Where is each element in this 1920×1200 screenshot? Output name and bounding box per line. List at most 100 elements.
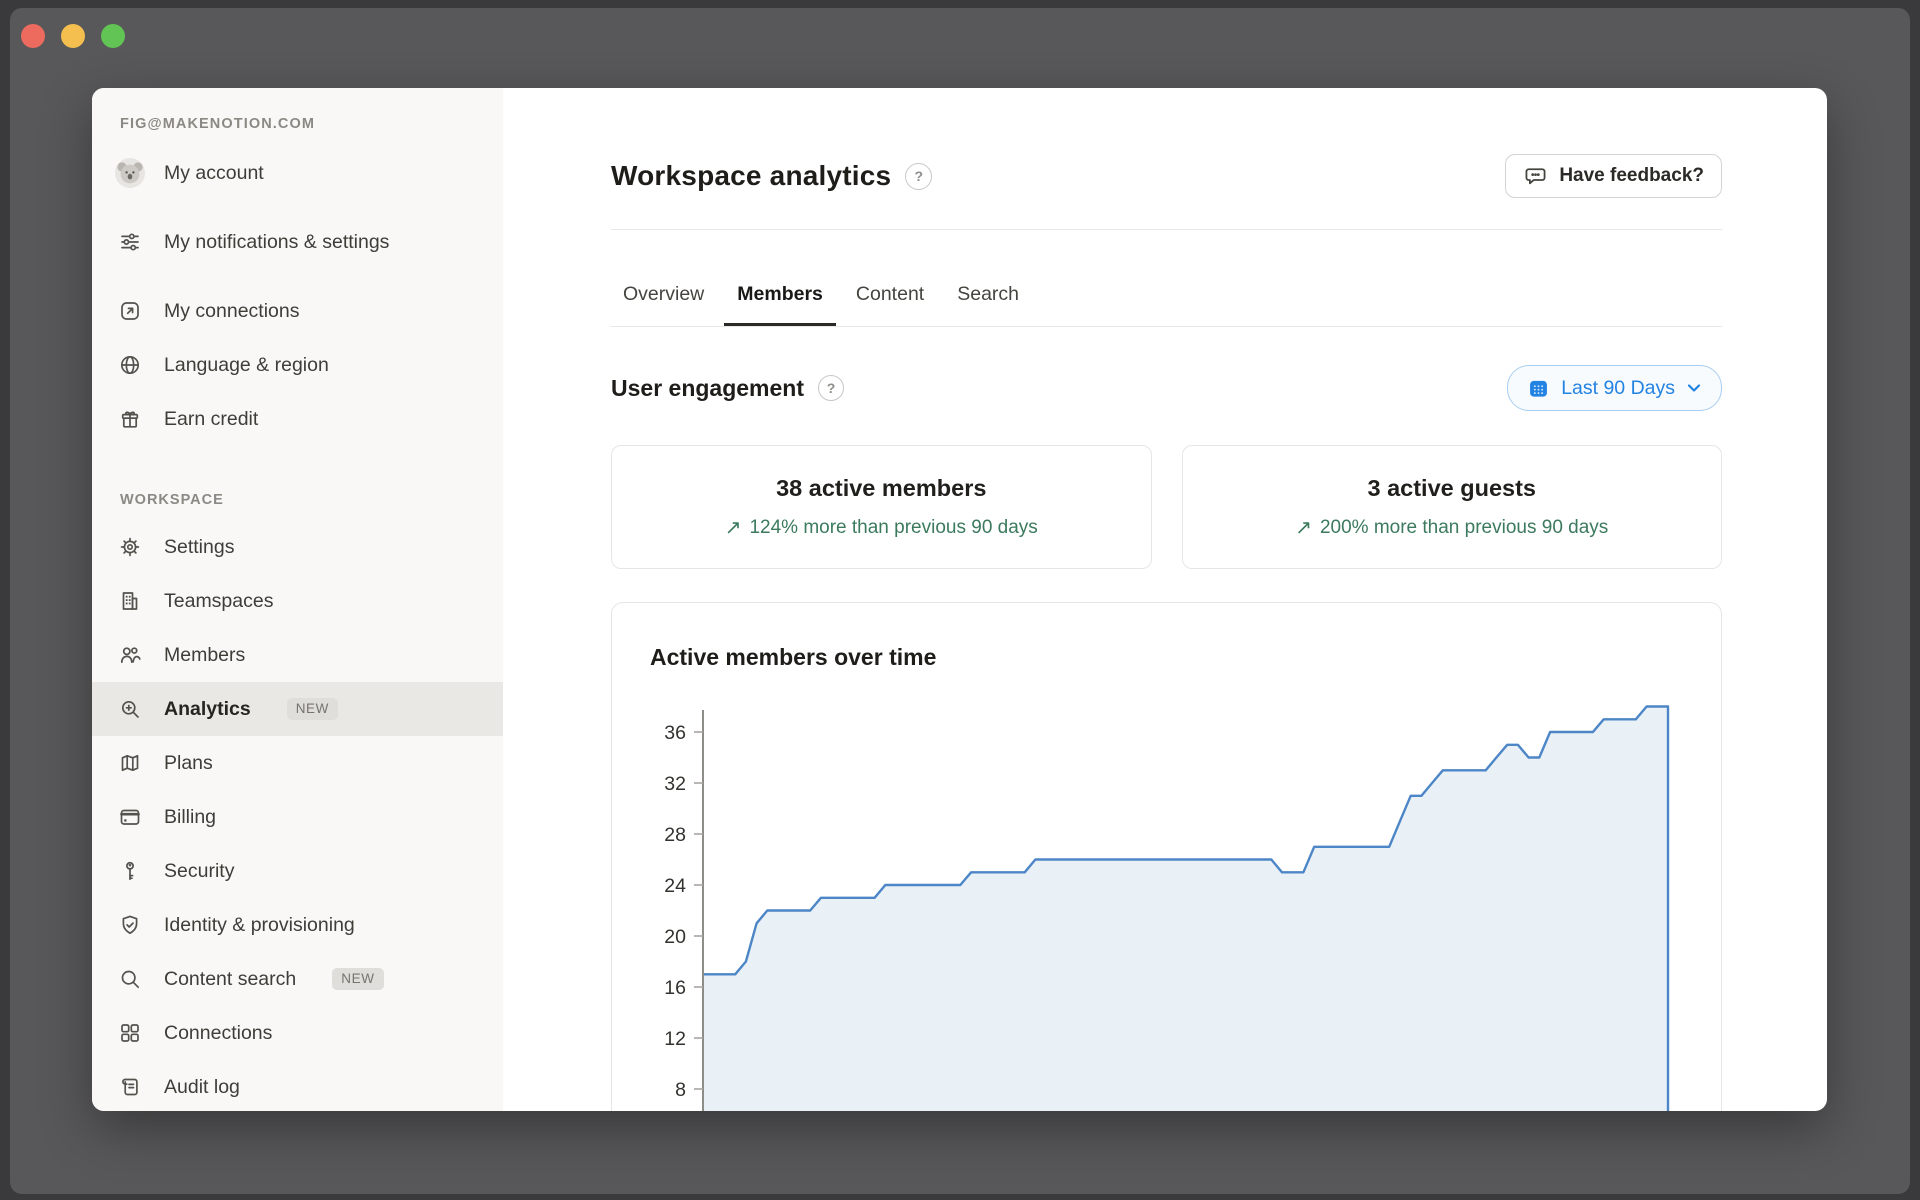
svg-text:16: 16 xyxy=(664,977,686,999)
sidebar-item-label: My connections xyxy=(164,299,300,322)
shield-check-icon xyxy=(118,913,142,937)
gift-icon xyxy=(118,407,142,431)
avatar xyxy=(115,158,145,188)
traffic-lights xyxy=(21,24,125,48)
help-icon[interactable]: ? xyxy=(818,375,845,401)
sidebar-item-label: Plans xyxy=(164,751,213,774)
sidebar-item-label: Content search xyxy=(164,967,297,990)
sidebar-item-audit-log[interactable]: Audit log xyxy=(92,1060,503,1111)
sidebar-item-connections[interactable]: Connections xyxy=(92,1006,503,1060)
stat-delta: ↗ 124% more than previous 90 days xyxy=(725,517,1038,539)
sidebar-item-label: Analytics xyxy=(164,697,251,720)
chart-area-fill xyxy=(703,706,1668,1111)
svg-text:20: 20 xyxy=(664,926,686,948)
new-badge: NEW xyxy=(286,698,338,720)
sidebar-item-label: Earn credit xyxy=(164,407,259,430)
sidebar-item-analytics[interactable]: Analytics NEW xyxy=(92,682,503,736)
globe-icon xyxy=(118,353,142,377)
account-email-label: FIG@MAKENOTION.COM xyxy=(120,116,316,132)
tab-members[interactable]: Members xyxy=(724,283,836,326)
arrow-up-right-square-icon xyxy=(118,299,142,323)
zoom-window-button[interactable] xyxy=(101,24,125,48)
svg-text:24: 24 xyxy=(664,875,686,897)
magnifier-icon xyxy=(118,967,142,991)
analytics-tabs: Overview Members Content Search xyxy=(610,230,1722,327)
tab-overview[interactable]: Overview xyxy=(610,283,717,326)
date-range-dropdown[interactable]: Last 90 Days xyxy=(1507,365,1722,411)
sidebar-item-label: Identity & provisioning xyxy=(164,913,355,936)
svg-text:12: 12 xyxy=(664,1028,686,1050)
sidebar-item-security[interactable]: Security xyxy=(92,844,503,898)
sidebar-item-teamspaces[interactable]: Teamspaces xyxy=(92,574,503,628)
stat-delta-text: 124% more than previous 90 days xyxy=(749,517,1038,538)
section-title: User engagement xyxy=(611,374,805,401)
sidebar-item-label: Connections xyxy=(164,1021,273,1044)
have-feedback-label: Have feedback? xyxy=(1559,165,1704,186)
sidebar-item-label: Language & region xyxy=(164,353,329,376)
sidebar-item-label: Members xyxy=(164,643,246,666)
sidebar-item-label: My notifications & settings xyxy=(164,231,390,253)
members-over-time-chart: 36 32 28 24 20 16 12 8 xyxy=(664,705,1670,1111)
sidebar-item-label: Audit log xyxy=(164,1075,240,1098)
sidebar-item-label: Billing xyxy=(164,805,217,828)
analytics-main: Workspace analytics ? Have feedback? Ove… xyxy=(503,88,1827,1111)
trend-up-icon: ↗ xyxy=(724,517,742,539)
sidebar-item-my-account[interactable]: My account xyxy=(92,146,503,200)
active-members-card: 38 active members ↗ 124% more than previ… xyxy=(611,445,1152,569)
svg-text:36: 36 xyxy=(664,722,686,744)
page-header: Workspace analytics ? Have feedback? xyxy=(611,152,1722,200)
new-badge: NEW xyxy=(332,968,384,990)
trend-up-icon: ↗ xyxy=(1295,517,1312,539)
active-members-chart-card: Active members over time 36 32 28 24 20 16 12 8 xyxy=(611,602,1722,1111)
user-engagement-header: User engagement ? Last 90 Days xyxy=(611,365,1722,411)
magnifier-plus-icon xyxy=(118,697,142,721)
sidebar-item-members[interactable]: Members xyxy=(92,628,503,682)
stat-value: 3 active guests xyxy=(1367,475,1536,501)
chevron-down-icon xyxy=(1686,382,1702,394)
sidebar-item-plans[interactable]: Plans xyxy=(92,736,503,790)
workspace-section-label: WORKSPACE xyxy=(120,492,224,508)
sidebar-item-label: My account xyxy=(164,161,264,184)
sliders-icon xyxy=(118,230,142,254)
help-icon[interactable]: ? xyxy=(905,162,933,190)
calendar-icon xyxy=(1527,377,1550,400)
sidebar-item-settings[interactable]: Settings xyxy=(92,520,503,574)
key-icon xyxy=(118,859,142,883)
credit-card-icon xyxy=(118,805,142,829)
tab-content[interactable]: Content xyxy=(843,283,937,326)
settings-sidebar: FIG@MAKENOTION.COM My account My notific… xyxy=(92,88,503,1111)
stat-cards: 38 active members ↗ 124% more than previ… xyxy=(611,445,1722,569)
sidebar-item-my-notifications-settings[interactable]: My notifications & settings xyxy=(92,200,503,284)
gear-icon xyxy=(118,535,142,559)
settings-modal: FIG@MAKENOTION.COM My account My notific… xyxy=(92,88,1827,1111)
chat-bubble-icon xyxy=(1523,164,1548,189)
map-icon xyxy=(118,751,142,775)
sidebar-item-my-connections[interactable]: My connections xyxy=(92,284,503,338)
stat-delta-text: 200% more than previous 90 days xyxy=(1319,517,1609,538)
grid-icon xyxy=(118,1021,142,1045)
close-window-button[interactable] xyxy=(21,24,45,48)
building-icon xyxy=(118,589,142,613)
sidebar-item-content-search[interactable]: Content search NEW xyxy=(92,952,503,1006)
sidebar-item-identity-provisioning[interactable]: Identity & provisioning xyxy=(92,898,503,952)
minimize-window-button[interactable] xyxy=(61,24,85,48)
sidebar-item-earn-credit[interactable]: Earn credit xyxy=(92,392,503,446)
tab-search[interactable]: Search xyxy=(944,283,1032,326)
sidebar-item-label: Settings xyxy=(164,535,235,558)
have-feedback-button[interactable]: Have feedback? xyxy=(1505,154,1722,198)
sidebar-item-billing[interactable]: Billing xyxy=(92,790,503,844)
stat-value: 38 active members xyxy=(776,475,987,501)
svg-text:28: 28 xyxy=(664,824,686,846)
sidebar-item-language-region[interactable]: Language & region xyxy=(92,338,503,392)
svg-text:32: 32 xyxy=(664,773,686,795)
page-title: Workspace analytics xyxy=(611,160,892,191)
svg-text:8: 8 xyxy=(675,1079,686,1101)
stat-delta: ↗ 200% more than previous 90 days xyxy=(1295,517,1608,539)
date-range-label: Last 90 Days xyxy=(1561,376,1675,399)
sidebar-item-label: Security xyxy=(164,859,235,882)
chart-y-ticks: 36 32 28 24 20 16 12 8 xyxy=(664,722,703,1101)
active-guests-card: 3 active guests ↗ 200% more than previou… xyxy=(1181,445,1722,569)
scroll-icon xyxy=(118,1075,142,1099)
sidebar-item-label: Teamspaces xyxy=(164,589,274,612)
people-icon xyxy=(118,643,142,667)
